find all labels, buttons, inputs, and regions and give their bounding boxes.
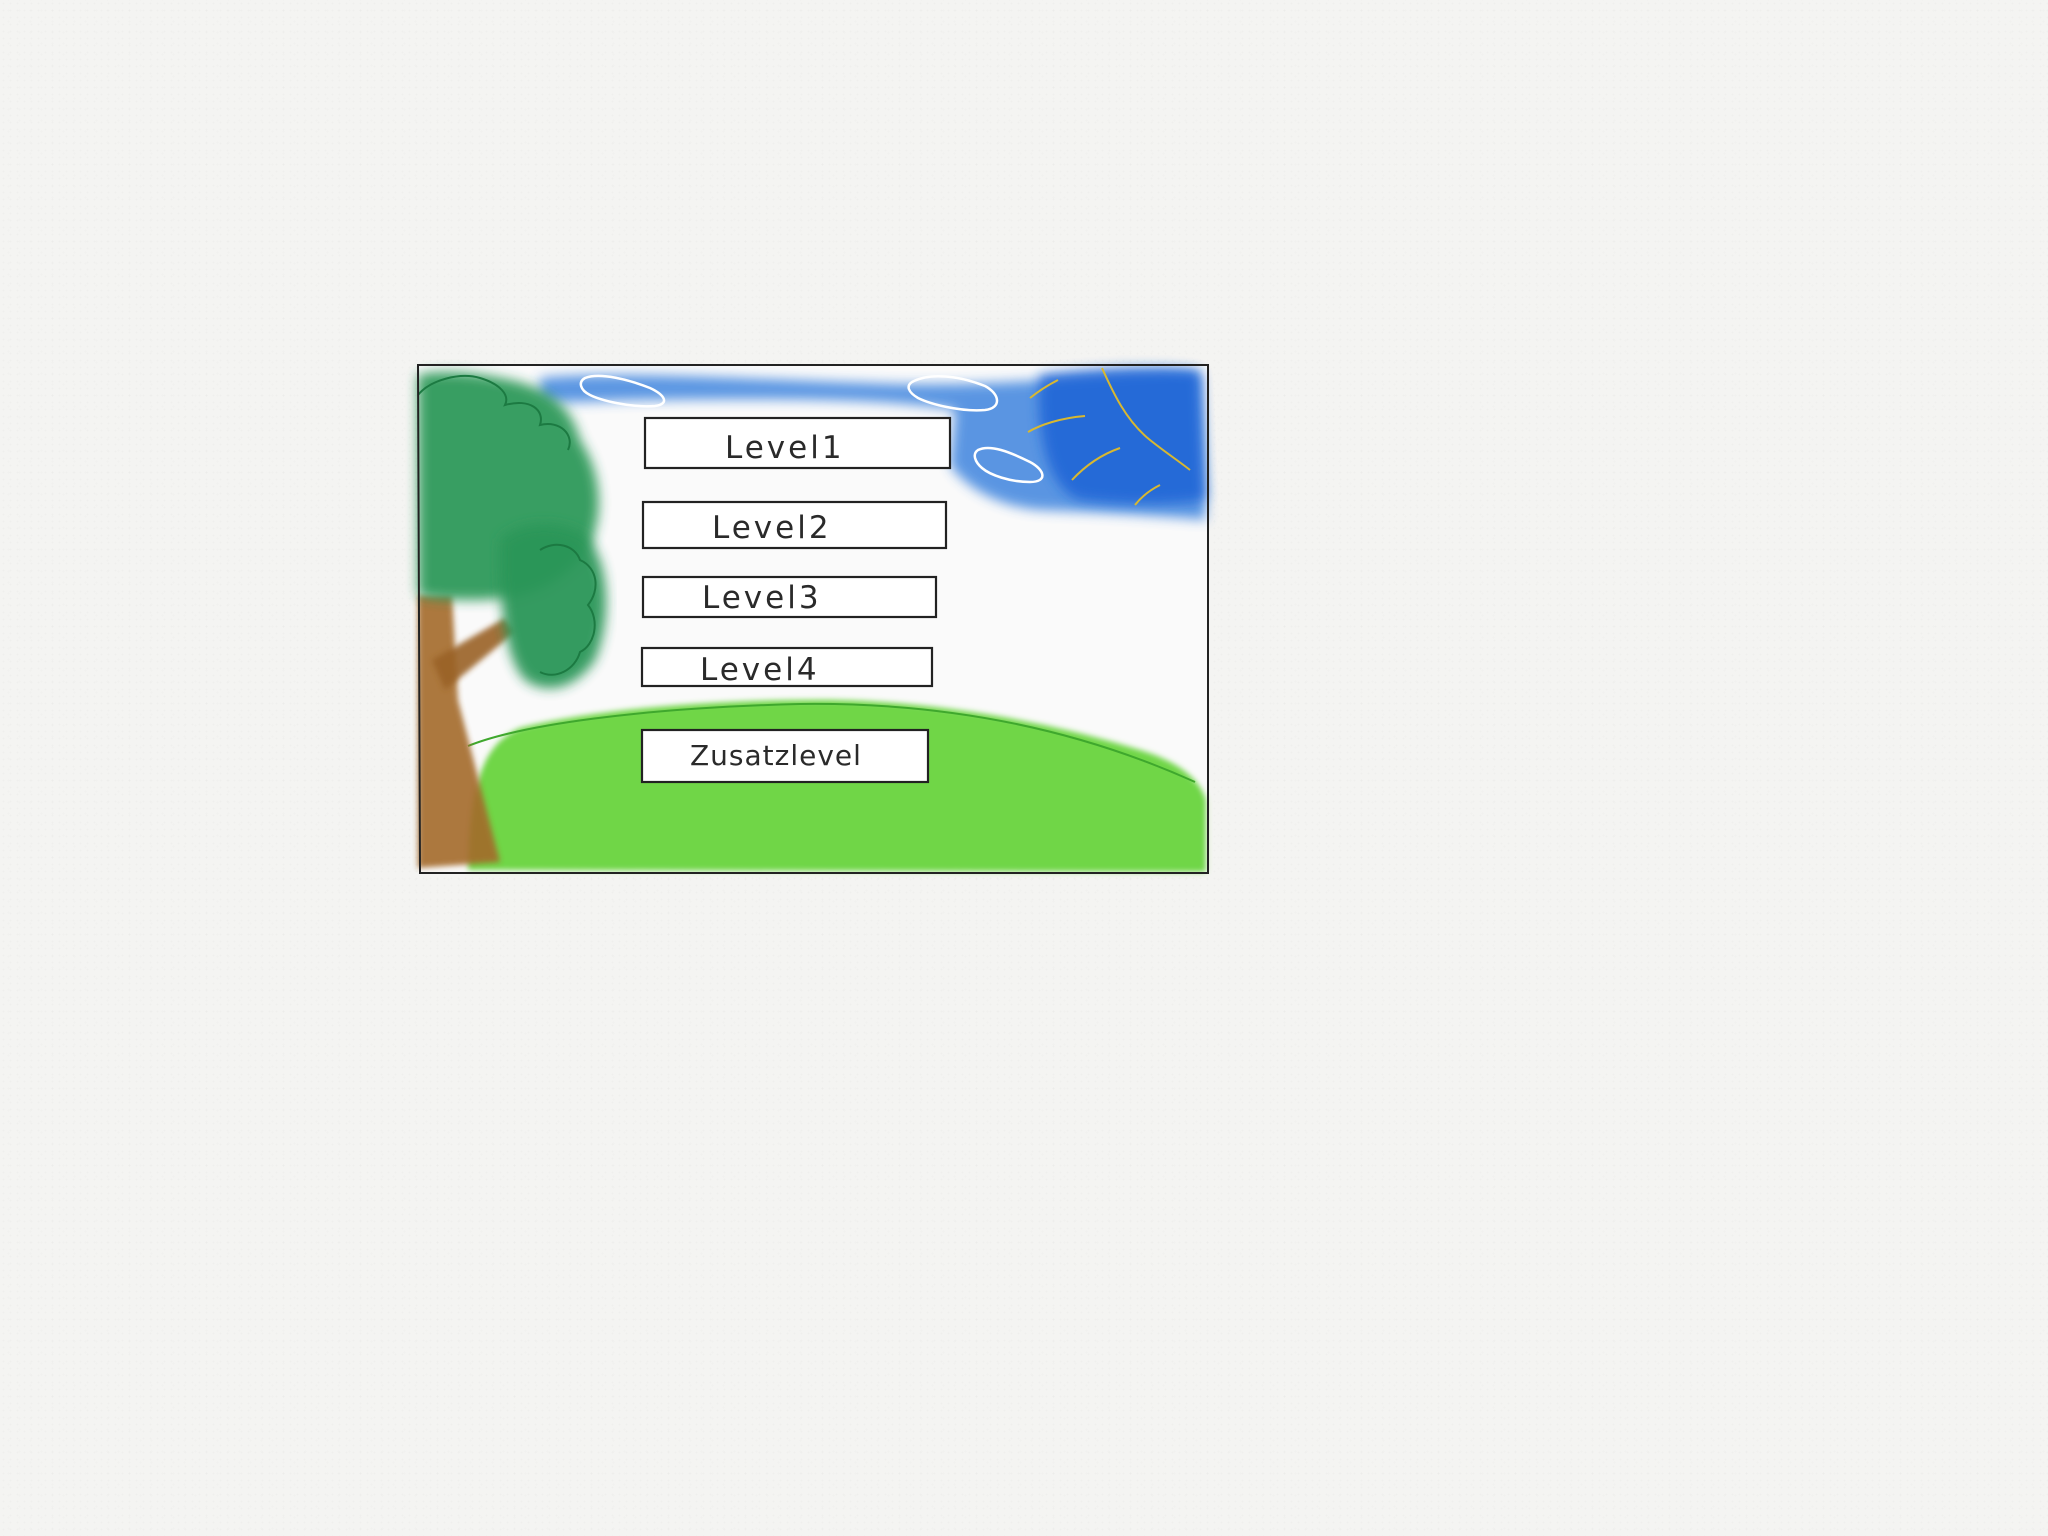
level-3-button[interactable]: Level3: [641, 575, 938, 619]
level-2-button[interactable]: Level2: [641, 500, 948, 550]
level-select-sketch: Level1 Level2 Level3 Level4 Zusatzlevel: [416, 364, 1209, 874]
level-2-label: Level2: [712, 510, 832, 546]
level-4-button[interactable]: Level4: [640, 646, 934, 688]
level-1-button[interactable]: Level1: [643, 416, 952, 470]
level-4-label: Level4: [700, 652, 820, 688]
level-1-label: Level1: [725, 430, 845, 466]
bonus-level-label: Zusatzlevel: [690, 739, 862, 772]
level-3-label: Level3: [702, 580, 822, 616]
bonus-level-button[interactable]: Zusatzlevel: [640, 728, 930, 784]
